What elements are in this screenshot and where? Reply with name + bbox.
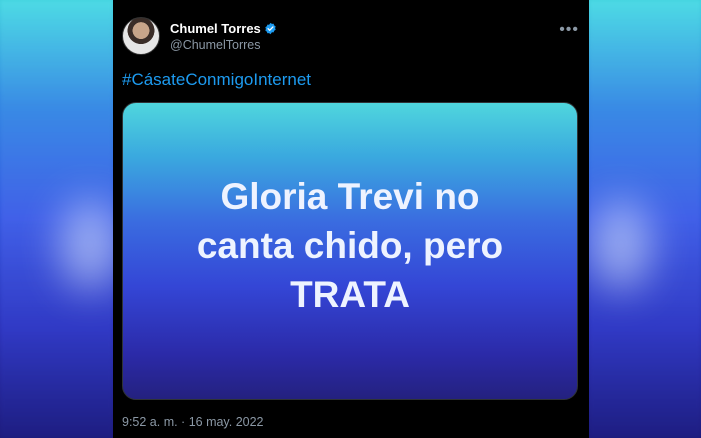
tweet-card: Chumel Torres @ChumelTorres ••• #CásateC… bbox=[113, 0, 589, 438]
media-text-line: TRATA bbox=[290, 273, 410, 315]
tweet-timestamp[interactable]: 9:52 a. m. · 16 may. 2022 bbox=[122, 415, 264, 429]
more-horizontal-icon[interactable]: ••• bbox=[559, 22, 579, 38]
name-row: Chumel Torres bbox=[170, 21, 277, 36]
display-name[interactable]: Chumel Torres bbox=[170, 21, 261, 36]
hashtag-link[interactable]: #CásateConmigoInternet bbox=[122, 70, 311, 90]
media-text: Gloria Trevi no canta chido, pero TRATA bbox=[123, 172, 577, 319]
tweet-header: Chumel Torres @ChumelTorres ••• bbox=[122, 16, 579, 56]
media-text-line: Gloria Trevi no bbox=[220, 175, 480, 217]
background-glow-left bbox=[60, 200, 120, 290]
user-info: Chumel Torres @ChumelTorres bbox=[170, 21, 277, 52]
media-text-line: canta chido, pero bbox=[196, 224, 504, 266]
user-handle[interactable]: @ChumelTorres bbox=[170, 38, 277, 52]
avatar[interactable] bbox=[122, 17, 160, 55]
verified-badge-icon bbox=[264, 22, 277, 35]
background-glow-right bbox=[591, 200, 651, 290]
tweet-media-image[interactable]: Gloria Trevi no canta chido, pero TRATA bbox=[122, 102, 578, 400]
